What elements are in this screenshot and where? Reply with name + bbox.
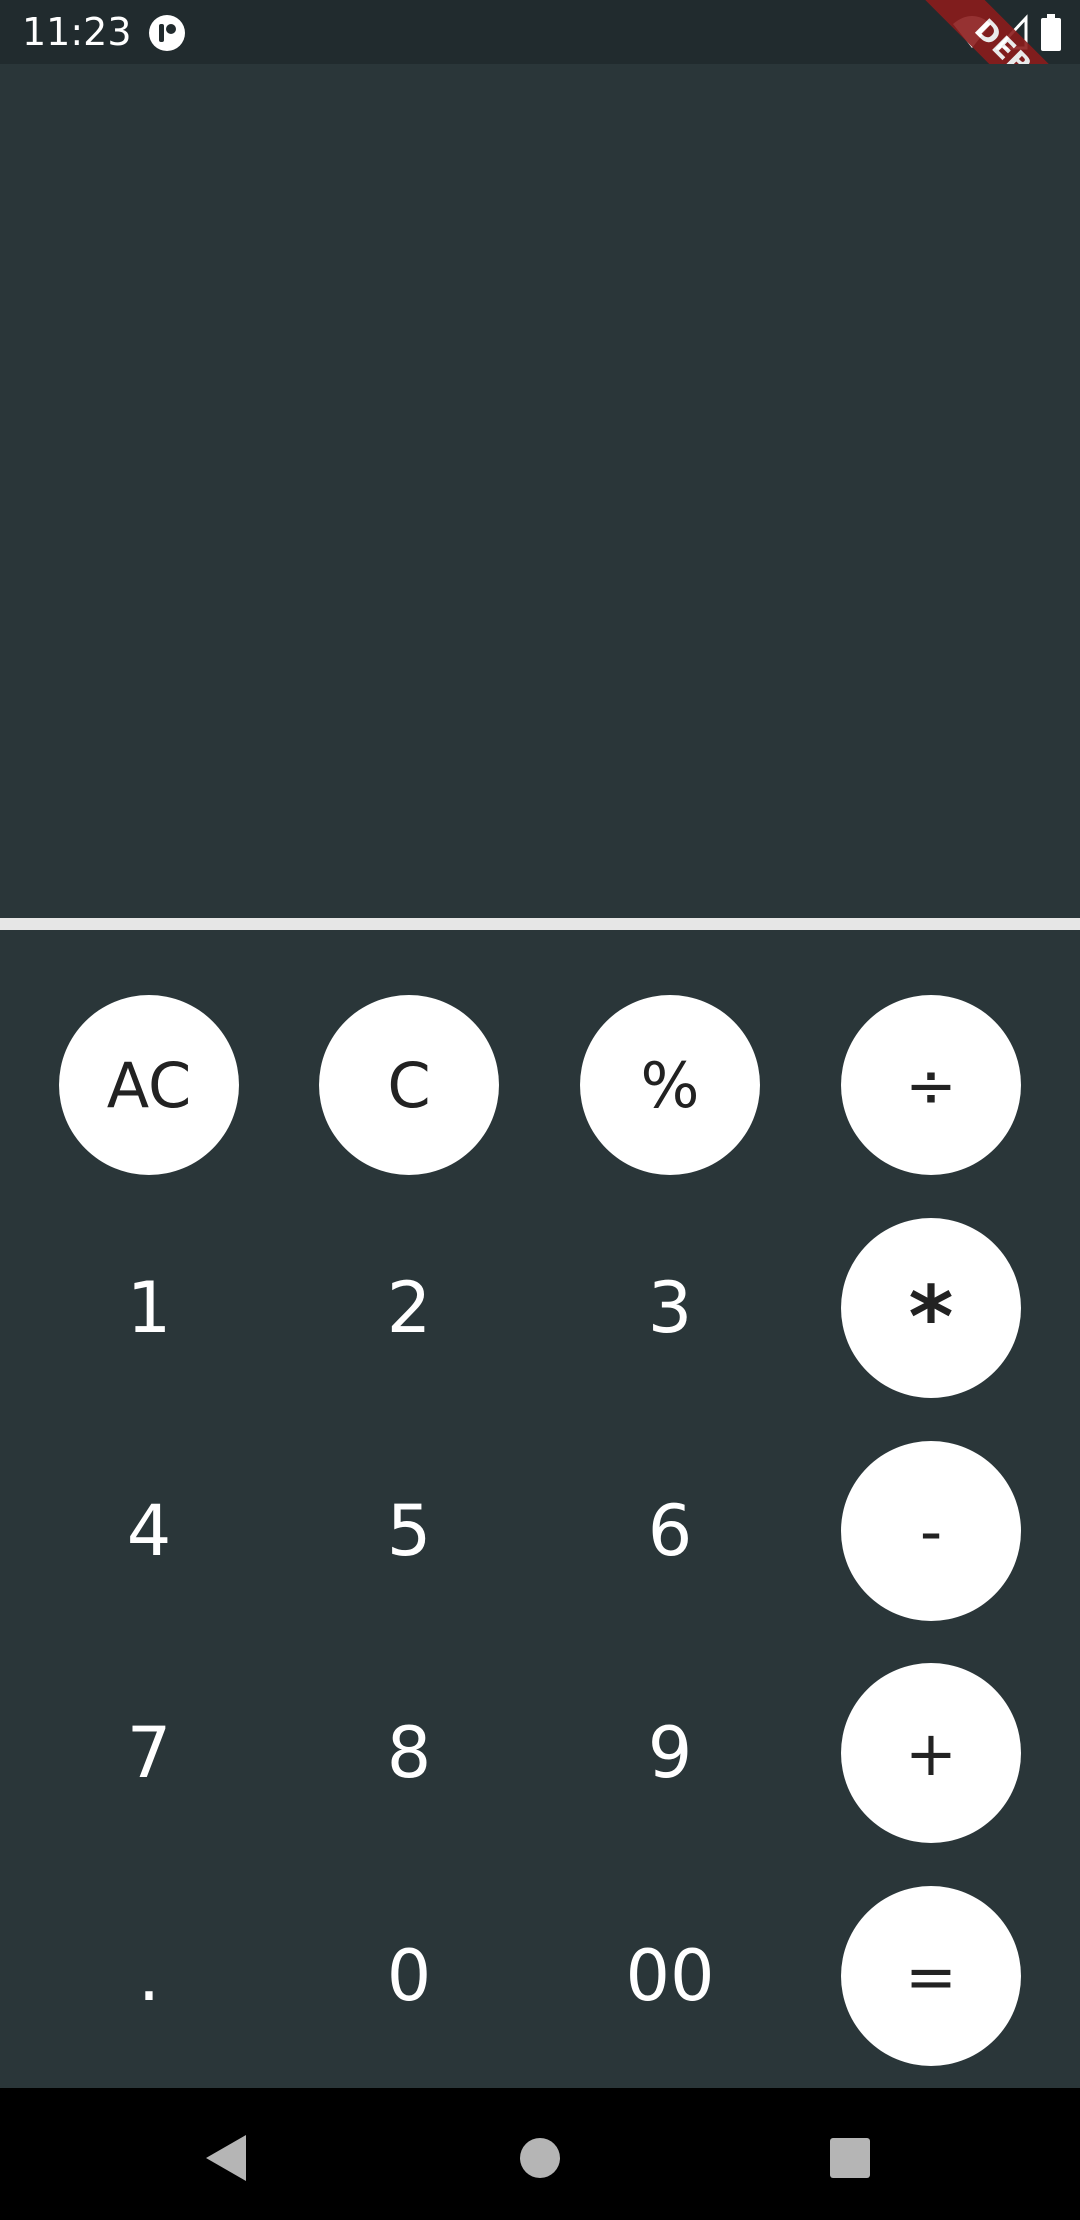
add-button[interactable]: +: [841, 1663, 1021, 1843]
equals-button[interactable]: =: [841, 1886, 1021, 2066]
subtract-button[interactable]: -: [841, 1441, 1021, 1621]
multiply-button[interactable]: *: [841, 1218, 1021, 1398]
digit-2-button[interactable]: 2: [319, 1218, 499, 1398]
home-icon[interactable]: [510, 2128, 570, 2188]
digit-5-button[interactable]: 5: [319, 1441, 499, 1621]
keypad: AC C % ÷ 1 2 3 * 4 5 6 - 7 8 9 + . 0 00 …: [0, 930, 1080, 2088]
battery-icon: [1041, 14, 1061, 51]
digit-1-button[interactable]: 1: [59, 1218, 239, 1398]
cell-signal-icon: [996, 14, 1028, 50]
decimal-point-button[interactable]: .: [59, 1886, 239, 2066]
double-zero-button[interactable]: 00: [580, 1886, 760, 2066]
percent-button[interactable]: %: [580, 995, 760, 1175]
app-notification-icon: [148, 14, 186, 52]
display-divider: [0, 918, 1080, 930]
divide-button[interactable]: ÷: [841, 995, 1021, 1175]
wifi-icon: [953, 16, 991, 48]
digit-8-button[interactable]: 8: [319, 1663, 499, 1843]
all-clear-button[interactable]: AC: [59, 995, 239, 1175]
clear-button[interactable]: C: [319, 995, 499, 1175]
digit-7-button[interactable]: 7: [59, 1663, 239, 1843]
calculator-screen: 11:23 DEBUG: [0, 0, 1080, 2220]
back-icon[interactable]: [196, 2128, 256, 2188]
status-bar: 11:23: [0, 0, 1080, 64]
digit-3-button[interactable]: 3: [580, 1218, 760, 1398]
recents-icon[interactable]: [820, 2128, 880, 2188]
digit-9-button[interactable]: 9: [580, 1663, 760, 1843]
digit-4-button[interactable]: 4: [59, 1441, 239, 1621]
navigation-bar: [0, 2088, 1080, 2220]
digit-0-button[interactable]: 0: [319, 1886, 499, 2066]
digit-6-button[interactable]: 6: [580, 1441, 760, 1621]
status-time: 11:23: [22, 10, 132, 54]
calculator-display: [0, 64, 1080, 918]
